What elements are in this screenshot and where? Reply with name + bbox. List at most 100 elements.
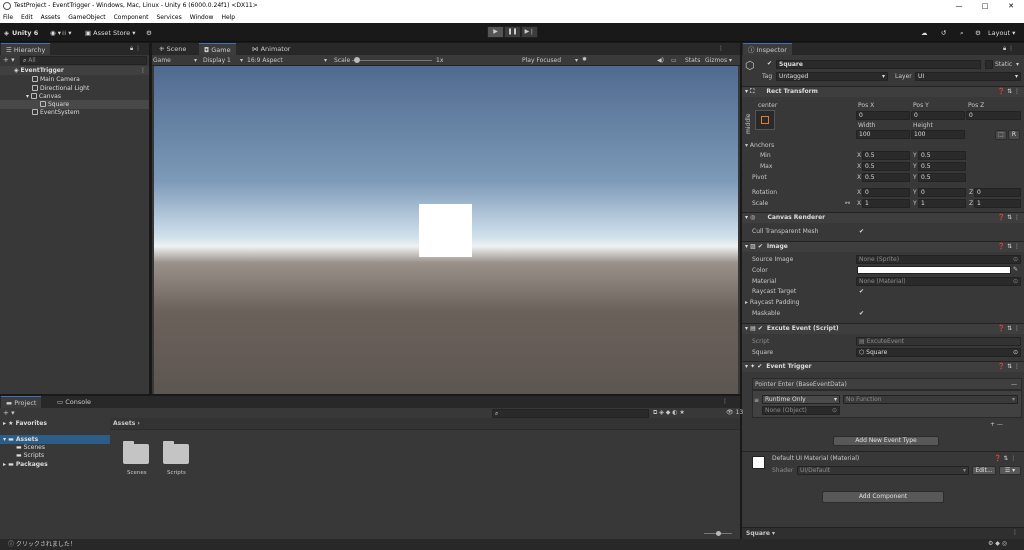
menu-file[interactable]: File [3, 12, 13, 23]
source-image-field[interactable]: None (Sprite) ⊙ [856, 255, 1021, 264]
anchors-foldout[interactable]: ▾ Anchors [745, 141, 774, 150]
aspect-dropdown[interactable]: 16:9 Aspect ▾ [247, 56, 327, 65]
maximize-button[interactable]: □ [972, 0, 998, 12]
tab-game[interactable]: ◘ Game [199, 43, 236, 55]
raycast-padding-foldout[interactable]: ▸ Raycast Padding [745, 298, 799, 307]
component-menu-icon[interactable]: ❓ ⇅ ⋮ [998, 213, 1020, 223]
help-icon[interactable]: ⚙ [975, 27, 981, 39]
tab-project[interactable]: ▬ Project [1, 396, 42, 408]
undo-history-icon[interactable]: ↺ [941, 27, 946, 39]
component-menu-icon[interactable]: ❓ ⇅ ⋮ [998, 242, 1020, 252]
breadcrumb[interactable]: Assets › [113, 419, 140, 428]
asset-store-button[interactable]: ▣ Asset Store ▾ [85, 27, 136, 39]
runtime-dropdown[interactable]: Runtime Only ▾ [762, 395, 840, 404]
menu-help[interactable]: Help [221, 12, 235, 23]
shader-edit-button[interactable]: Edit... [972, 466, 996, 475]
static-checkbox[interactable] [985, 60, 993, 69]
packages-tree-item[interactable]: ▸ ▬ Packages [3, 460, 48, 469]
menu-component[interactable]: Component [114, 12, 149, 23]
ui-square-image[interactable] [419, 204, 472, 257]
hierarchy-search-input[interactable]: ⌕ All [20, 56, 147, 65]
preview-object-dropdown[interactable]: Square ▾ [746, 529, 775, 538]
step-button[interactable]: ▶❘ [521, 26, 538, 38]
cull-transparent-checkbox[interactable]: ✔ [858, 228, 865, 235]
pos-z-field[interactable]: 0 [966, 111, 1021, 120]
scale-slider-track[interactable] [352, 60, 432, 61]
material-menu-icon[interactable]: ❓ ⇅ ⋮ [994, 454, 1016, 463]
rotation-y-field[interactable]: 0 [918, 188, 966, 197]
cloud-services-icon[interactable]: ☁ [921, 27, 928, 39]
tab-animator[interactable]: ⋈ Animator [247, 43, 295, 55]
search-icon[interactable]: ⌕ [960, 27, 964, 39]
blueprint-mode-button[interactable]: ⬚ [995, 130, 1007, 140]
panel-menu-icon[interactable]: ⋮ [718, 45, 724, 52]
create-button[interactable]: + ▾ [3, 56, 15, 64]
audio-icon[interactable]: ◀) [657, 56, 664, 65]
drag-handle-icon[interactable]: ≡ [754, 396, 759, 405]
tab-hierarchy[interactable]: ☰ Hierarchy [1, 43, 51, 55]
pos-y-field[interactable]: 0 [911, 111, 965, 120]
project-search-input[interactable]: ⌕ [492, 409, 649, 418]
favorites-item[interactable]: ▸ ★ Favorites [3, 419, 47, 428]
function-dropdown[interactable]: No Function ▾ [843, 395, 1018, 404]
status-icons[interactable]: ⚙ ◆ ◎ [988, 540, 1007, 547]
target-object-field[interactable]: None (Object) ⊙ [762, 406, 840, 415]
add-listener-button[interactable]: + — [990, 420, 1003, 429]
bug-icon[interactable]: ✹ [582, 55, 587, 64]
pos-x-field[interactable]: 0 [856, 111, 910, 120]
stats-button[interactable]: Stats [685, 56, 700, 65]
hierarchy-item-main-camera[interactable]: Main Camera [0, 75, 149, 84]
footer-menu-icon[interactable]: ⋮ [1012, 528, 1018, 537]
menu-edit[interactable]: Edit [21, 12, 33, 23]
rotation-z-field[interactable]: 0 [974, 188, 1021, 197]
maximize-view-icon[interactable]: ▭ [671, 56, 677, 65]
collab-icon[interactable]: ◉ ▾ [50, 27, 61, 39]
display-dropdown[interactable]: Display 1 ▾ [203, 56, 243, 65]
lock-icon[interactable]: 🔒︎ ⋮ [130, 45, 141, 53]
raw-edit-button[interactable]: R [1008, 130, 1020, 140]
cloud-icon[interactable]: ⁞⁞ ▾ [62, 27, 71, 39]
inspector-lock-icon[interactable]: 🔒︎ ⋮ [1003, 45, 1014, 53]
filter-icons[interactable]: ⧉ ◈ ◆ ◐ ★ [653, 408, 685, 417]
pause-button[interactable]: ❚❚ [504, 26, 521, 38]
panel-menu-icon[interactable]: ⋮ [722, 398, 728, 405]
add-event-type-button[interactable]: Add New Event Type [833, 436, 939, 446]
scene-menu-icon[interactable]: ⋮ [140, 66, 146, 75]
active-checkbox[interactable]: ✔ [766, 60, 773, 67]
account-button[interactable]: ◈ Unity 6 [4, 27, 38, 39]
width-field[interactable]: 100 [856, 130, 910, 139]
component-menu-icon[interactable]: ❓ ⇅ ⋮ [998, 324, 1020, 334]
scale-z-field[interactable]: 1 [974, 199, 1021, 208]
maskable-checkbox[interactable]: ✔ [858, 310, 865, 317]
menu-gameobject[interactable]: GameObject [68, 12, 105, 23]
anchor-min-y-field[interactable]: 0.5 [918, 151, 966, 160]
link-icon[interactable]: ⚯ [845, 199, 850, 208]
layer-dropdown[interactable]: UI ▾ [915, 72, 1021, 81]
settings-gear-icon[interactable]: ⚙ [146, 27, 152, 39]
layout-dropdown[interactable]: Layout ▾ [988, 27, 1015, 39]
rect-transform-header[interactable]: ▾ ⛶ Rect Transform ❓ ⇅ ⋮ [742, 86, 1024, 97]
menu-services[interactable]: Services [156, 12, 181, 23]
color-swatch[interactable] [857, 266, 1011, 274]
shader-list-button[interactable]: ☰ ▾ [999, 466, 1021, 475]
rotation-x-field[interactable]: 0 [862, 188, 910, 197]
tab-scene[interactable]: ⁜ Scene [154, 43, 191, 55]
anchor-min-x-field[interactable]: 0.5 [862, 151, 910, 160]
static-dropdown-icon[interactable]: ▾ [1016, 60, 1019, 69]
play-button[interactable]: ▶ [487, 26, 504, 38]
square-field[interactable]: ⬡ Square ⊙ [856, 348, 1021, 357]
tab-inspector[interactable]: ⓘ Inspector [743, 43, 792, 55]
pivot-y-field[interactable]: 0.5 [918, 173, 966, 182]
game-mode-dropdown[interactable]: Game ▾ [153, 56, 197, 65]
scale-y-field[interactable]: 1 [918, 199, 966, 208]
event-trigger-header[interactable]: ▾ ✦ ✔ Event Trigger ❓ ⇅ ⋮ [742, 361, 1024, 372]
folder-scenes[interactable] [123, 441, 149, 464]
scale-slider-handle[interactable] [354, 57, 360, 63]
play-mode-dropdown[interactable]: Play Focused ▾ [522, 56, 578, 65]
close-button[interactable]: ✕ [998, 0, 1024, 12]
canvas-renderer-header[interactable]: ▾ ◎ Canvas Renderer ❓ ⇅ ⋮ [742, 212, 1024, 223]
scale-x-field[interactable]: 1 [862, 199, 910, 208]
object-name-input[interactable]: Square [776, 60, 981, 69]
add-component-button[interactable]: Add Component [822, 491, 944, 503]
scripts-tree-item[interactable]: ▬ Scripts [16, 451, 44, 460]
